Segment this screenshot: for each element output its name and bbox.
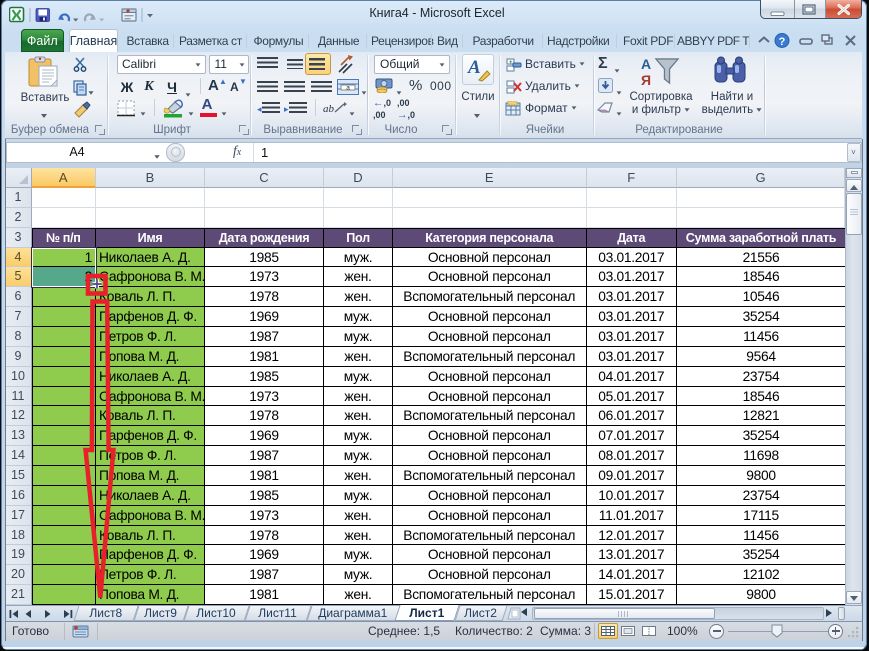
svg-text:?: ? — [779, 36, 786, 48]
svg-text:ab: ab — [323, 103, 335, 115]
svg-text:+: + — [509, 60, 513, 66]
svg-text:А: А — [641, 56, 651, 72]
svg-text:a: a — [346, 85, 350, 92]
svg-text:Я: Я — [641, 72, 651, 88]
